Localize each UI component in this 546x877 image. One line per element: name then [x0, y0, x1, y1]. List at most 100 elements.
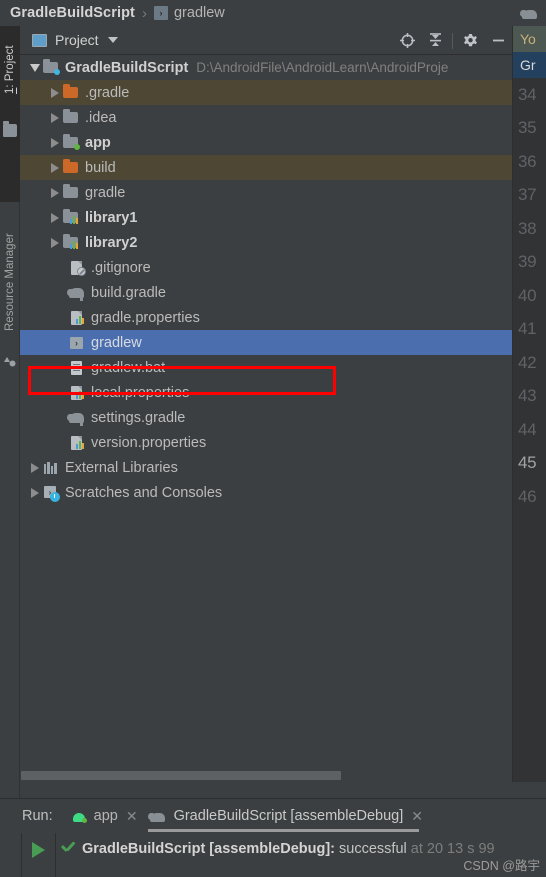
- project-panel-title-group[interactable]: Project: [20, 32, 118, 48]
- tree-row--gitignore[interactable]: .gitignore: [20, 255, 512, 280]
- module-library-icon: [62, 234, 79, 251]
- tree-row--idea[interactable]: .idea: [20, 105, 512, 130]
- folder-gray-icon: [62, 109, 79, 126]
- editor-tab-0[interactable]: Yo: [513, 26, 546, 52]
- folder-orange-icon: [62, 84, 79, 101]
- line-number: 35: [518, 118, 537, 138]
- run-window-label: Run:: [22, 808, 53, 824]
- properties-file-icon: [68, 309, 85, 326]
- chevron-down-icon[interactable]: [107, 37, 118, 43]
- project-strip-number: 1: [4, 87, 16, 95]
- scratches-icon: ›: [42, 484, 60, 502]
- tree-row-label: gradle.properties: [91, 309, 200, 326]
- tree-expander[interactable]: [48, 162, 62, 173]
- tree-row-label: gradlew: [91, 334, 142, 351]
- breadcrumb-root[interactable]: GradleBuildScript: [10, 5, 135, 21]
- minimize-icon[interactable]: [484, 26, 512, 55]
- locate-icon[interactable]: [393, 26, 421, 55]
- android-icon: [71, 810, 87, 823]
- toolbar-divider: [452, 32, 453, 49]
- editor-tab-label: Gr: [520, 57, 536, 73]
- tree-row-label: gradlew.bat: [91, 359, 166, 376]
- line-number: 38: [518, 218, 537, 238]
- tree-expander[interactable]: [48, 237, 62, 248]
- tree-row-build[interactable]: build: [20, 155, 512, 180]
- editor-tab-1[interactable]: Gr: [513, 52, 546, 78]
- run-tab-label: app: [93, 808, 118, 824]
- project-panel-header: Project: [20, 26, 512, 55]
- close-icon[interactable]: ✕: [411, 808, 423, 825]
- tree-expander[interactable]: [48, 187, 62, 198]
- close-icon[interactable]: ✕: [126, 808, 138, 825]
- tree-row-external-libraries[interactable]: External Libraries: [20, 455, 512, 480]
- project-view-icon: [32, 33, 47, 47]
- editor-tab-label: Yo: [520, 31, 536, 47]
- module-folder-icon: [42, 59, 60, 76]
- gradle-elephant-icon[interactable]: [512, 0, 546, 26]
- gradle-elephant-icon: [147, 809, 166, 823]
- tree-expander[interactable]: [48, 112, 62, 123]
- resource-manager-icon[interactable]: [3, 354, 17, 368]
- tree-row-version-properties[interactable]: version.properties: [20, 430, 512, 455]
- chevron-down-icon: [30, 63, 40, 72]
- tree-expander[interactable]: [48, 212, 62, 223]
- tree-row-build-gradle[interactable]: build.gradle: [20, 280, 512, 305]
- tree-row-local-properties[interactable]: local.properties: [20, 380, 512, 405]
- tree-row-label: External Libraries: [65, 459, 178, 476]
- tree-row-gradlebuildscript[interactable]: GradleBuildScript D:\AndroidFile\AndroidL…: [20, 55, 512, 80]
- properties-file-icon: [68, 434, 85, 451]
- tree-expander[interactable]: [48, 87, 62, 98]
- project-tree-hscrollbar[interactable]: [20, 768, 512, 782]
- gear-icon[interactable]: [456, 26, 484, 55]
- tree-row-settings-gradle[interactable]: settings.gradle: [20, 405, 512, 430]
- folder-icon[interactable]: [3, 121, 17, 137]
- resource-manager-label: Resource Manager: [4, 233, 16, 331]
- tree-row-gradle-properties[interactable]: gradle.properties: [20, 305, 512, 330]
- breadcrumb-leaf-item[interactable]: › gradlew: [153, 5, 225, 21]
- project-tree[interactable]: GradleBuildScript D:\AndroidFile\AndroidL…: [20, 55, 512, 757]
- tree-row-label: .gitignore: [91, 259, 151, 276]
- line-number: 44: [518, 419, 537, 439]
- tree-expander[interactable]: [28, 487, 42, 498]
- tree-row-gradlew-bat[interactable]: gradlew.bat: [20, 355, 512, 380]
- watermark: CSDN @路宇: [463, 859, 540, 873]
- tree-row-label: local.properties: [91, 384, 190, 401]
- gradle-elephant-icon: [67, 284, 85, 301]
- collapse-all-icon[interactable]: [421, 26, 449, 55]
- tree-expander[interactable]: [48, 137, 62, 148]
- tree-row-scratches-and-consoles[interactable]: › Scratches and Consoles: [20, 480, 512, 505]
- tree-row-gradlew[interactable]: › gradlew: [20, 330, 512, 355]
- tree-row-library1[interactable]: library1: [20, 205, 512, 230]
- sidebar-item-project[interactable]: 1: Project: [0, 34, 20, 106]
- console-task-name: GradleBuildScript [assembleDebug]:: [82, 841, 335, 857]
- line-number: 34: [518, 84, 537, 104]
- play-icon[interactable]: [32, 842, 45, 858]
- line-number: 39: [518, 252, 537, 272]
- project-panel-toolbar: [393, 26, 512, 55]
- tree-row-label: GradleBuildScript: [65, 59, 189, 76]
- tree-row-label: library2: [85, 234, 138, 251]
- sidebar-item-resource-manager[interactable]: Resource Manager: [0, 222, 20, 342]
- tree-row-app[interactable]: app: [20, 130, 512, 155]
- run-left-gutter: [0, 833, 22, 877]
- chevron-right-icon: [51, 112, 59, 123]
- tree-row-gradle[interactable]: gradle: [20, 180, 512, 205]
- run-actions: [22, 833, 56, 877]
- scrollbar-thumb[interactable]: [21, 771, 341, 780]
- script-file-icon: ›: [68, 334, 85, 351]
- line-number: 43: [518, 386, 537, 406]
- tree-expander[interactable]: [28, 462, 42, 473]
- run-tool-window: Run: app ✕ GradleBuildScript [assembleDe…: [0, 798, 546, 877]
- tree-row-label: version.properties: [91, 434, 207, 451]
- run-tab-app[interactable]: app ✕: [71, 799, 148, 833]
- tree-row--gradle[interactable]: .gradle: [20, 80, 512, 105]
- chevron-right-icon: [51, 212, 59, 223]
- run-tab-gradle-assembledebug[interactable]: GradleBuildScript [assembleDebug] ✕: [147, 799, 433, 833]
- editor-area: Yo Gr 34 35 36 37 38 39 40 41 42 43 44 45 46: [512, 26, 546, 782]
- tree-expander[interactable]: [28, 63, 42, 72]
- run-tab-bar: Run: app ✕ GradleBuildScript [assembleDe…: [0, 799, 546, 833]
- script-file-icon: ›: [153, 6, 168, 20]
- tree-row-library2[interactable]: library2: [20, 230, 512, 255]
- tree-row-label: gradle: [85, 184, 126, 201]
- tree-row-label: .gradle: [85, 84, 130, 101]
